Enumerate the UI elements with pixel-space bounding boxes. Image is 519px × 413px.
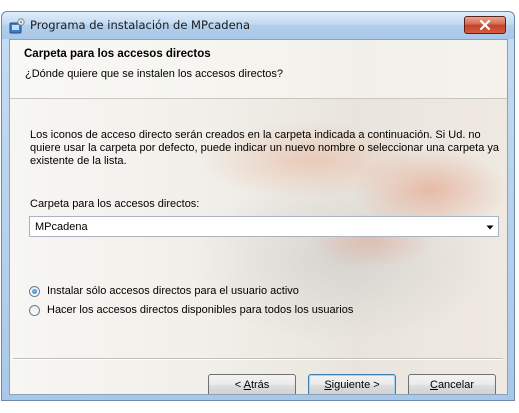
radio-button-all-users[interactable] [29,304,40,316]
cancel-button-accel: C [429,379,438,391]
back-button-label: trás [250,379,270,391]
radio-option-all-users[interactable]: Hacer los accesos directos disponibles p… [29,302,353,318]
installer-window: Programa de instalación de MPcadena Carp… [1,11,515,401]
next-button-accel: S [324,379,332,391]
chevron-down-icon[interactable] [485,222,495,232]
cancel-button[interactable]: Cancelar [408,374,496,394]
folder-label: Carpeta para los accesos directos: [30,198,200,210]
page-title: Carpeta para los accesos directos [24,48,211,60]
next-button[interactable]: Siguiente > [308,374,396,394]
radio-label-all-users[interactable]: Hacer los accesos directos disponibles p… [47,304,353,316]
radio-option-current-user[interactable]: Instalar sólo accesos directos para el u… [29,283,299,299]
button-separator [13,358,503,360]
description-text: Los iconos de acceso directo serán cread… [30,129,500,167]
close-icon [479,20,491,30]
window-title: Programa de instalación de MPcadena [30,18,250,32]
title-bar[interactable]: Programa de instalación de MPcadena [2,12,514,39]
back-button-prefix: < [234,379,244,391]
radio-label-current-user[interactable]: Instalar sólo accesos directos para el u… [47,285,299,297]
folder-combobox[interactable]: MPcadena [29,216,499,237]
page-subtitle: ¿Dónde quiere que se instalen los acceso… [25,68,284,80]
installer-icon [9,18,25,34]
folder-combobox-value[interactable]: MPcadena [35,221,88,233]
dialog-body: Carpeta para los accesos directos ¿Dónde… [9,39,508,395]
next-button-label: iguiente > [331,379,380,391]
back-button-accel: A [243,379,251,391]
back-button[interactable]: < Atrás [208,374,296,394]
wizard-header: Carpeta para los accesos directos ¿Dónde… [10,40,507,99]
radio-button-current-user[interactable] [29,285,40,297]
close-button[interactable] [464,16,506,34]
cancel-button-label: ancelar [437,379,475,391]
